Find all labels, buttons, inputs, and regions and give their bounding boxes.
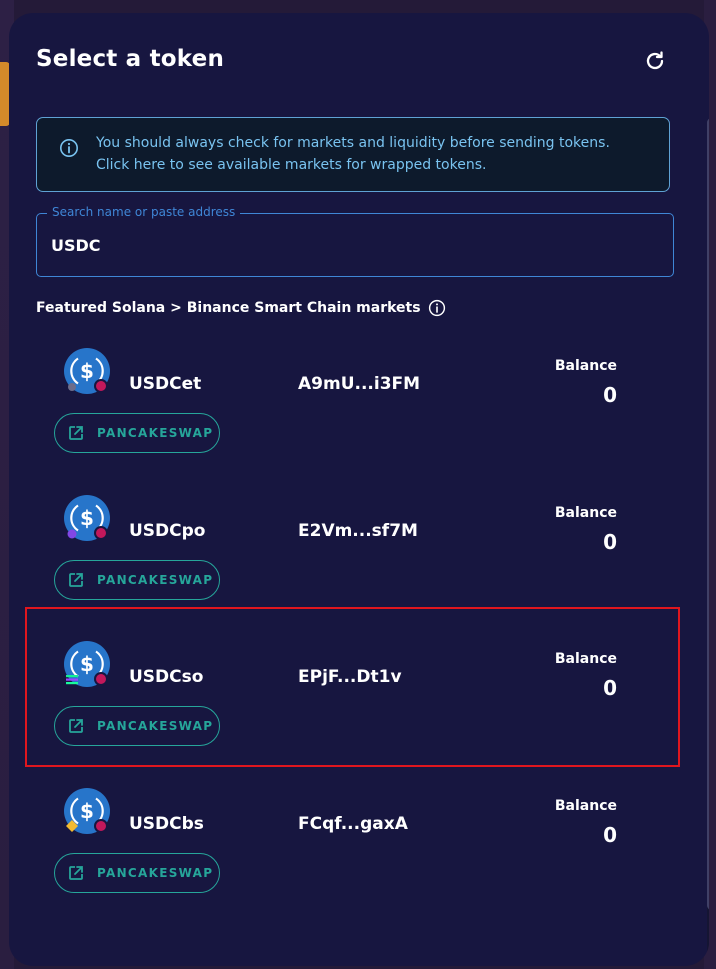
external-link-icon (69, 719, 83, 733)
featured-markets-label: Featured Solana > Binance Smart Chain ma… (36, 300, 421, 316)
featured-markets-heading: Featured Solana > Binance Smart Chain ma… (36, 299, 446, 317)
balance-value: 0 (603, 530, 617, 554)
balance-value: 0 (603, 383, 617, 407)
token-name: USDCbs (129, 814, 204, 834)
pancakeswap-button[interactable]: PANCAKESWAP (54, 706, 220, 746)
token-row-usdcet[interactable]: $ USDCet A9mU...i3FM Balance 0 PANCAKESW… (9, 335, 709, 475)
svg-text:$: $ (80, 359, 94, 383)
token-address: FCqf...gaxA (298, 814, 408, 834)
token-name: USDCso (129, 667, 204, 687)
token-row-usdcbs[interactable]: $ USDCbs FCqf...gaxA Balance 0 PANCAKESW… (9, 775, 709, 915)
pancakeswap-label: PANCAKESWAP (97, 426, 214, 440)
token-address: A9mU...i3FM (298, 374, 421, 394)
token-row-usdcpo[interactable]: $ USDCpo E2Vm...sf7M Balance 0 PANCAKESW… (9, 482, 709, 622)
balance-label: Balance (554, 798, 617, 814)
usdc-token-icon: $ (64, 348, 110, 394)
token-address: EPjF...Dt1v (298, 667, 402, 687)
notice-text: You should always check for markets and … (96, 135, 610, 151)
svg-text:$: $ (80, 506, 94, 530)
balance-label: Balance (554, 358, 617, 374)
pancakeswap-button[interactable]: PANCAKESWAP (54, 560, 220, 600)
search-field: Search name or paste address (36, 205, 674, 277)
pancakeswap-button[interactable]: PANCAKESWAP (54, 413, 220, 453)
usdc-token-icon: $ (64, 641, 110, 687)
liquidity-notice: You should always check for markets and … (36, 117, 670, 192)
select-token-modal: Select a token You should always check f… (9, 13, 709, 966)
scrollbar-thumb[interactable] (707, 118, 709, 910)
balance-label: Balance (554, 505, 617, 521)
svg-text:$: $ (80, 652, 94, 676)
usdc-token-icon: $ (64, 788, 110, 834)
external-link-icon (69, 573, 83, 587)
external-link-icon (69, 866, 83, 880)
external-link-icon (69, 426, 83, 440)
pancakeswap-label: PANCAKESWAP (97, 573, 214, 587)
balance-value: 0 (603, 676, 617, 700)
scrollbar[interactable] (707, 118, 709, 966)
token-address: E2Vm...sf7M (298, 521, 418, 541)
balance-value: 0 (603, 823, 617, 847)
wrapped-markets-link[interactable]: Click here to see available markets for … (96, 157, 486, 173)
balance-label: Balance (554, 651, 617, 667)
info-icon (60, 139, 78, 157)
pancakeswap-button[interactable]: PANCAKESWAP (54, 853, 220, 893)
token-name: USDCpo (129, 521, 206, 541)
search-input[interactable] (51, 232, 651, 258)
search-label: Search name or paste address (47, 205, 241, 219)
info-icon[interactable] (428, 299, 446, 317)
usdc-token-icon: $ (64, 495, 110, 541)
token-name: USDCet (129, 374, 202, 394)
pancakeswap-label: PANCAKESWAP (97, 719, 214, 733)
token-row-usdcso[interactable]: $ USDCso EPjF...Dt1v Balance 0 PANCAKESW… (9, 628, 709, 768)
svg-text:$: $ (80, 799, 94, 823)
refresh-icon[interactable] (643, 49, 667, 73)
modal-title: Select a token (36, 46, 225, 72)
pancakeswap-label: PANCAKESWAP (97, 866, 214, 880)
